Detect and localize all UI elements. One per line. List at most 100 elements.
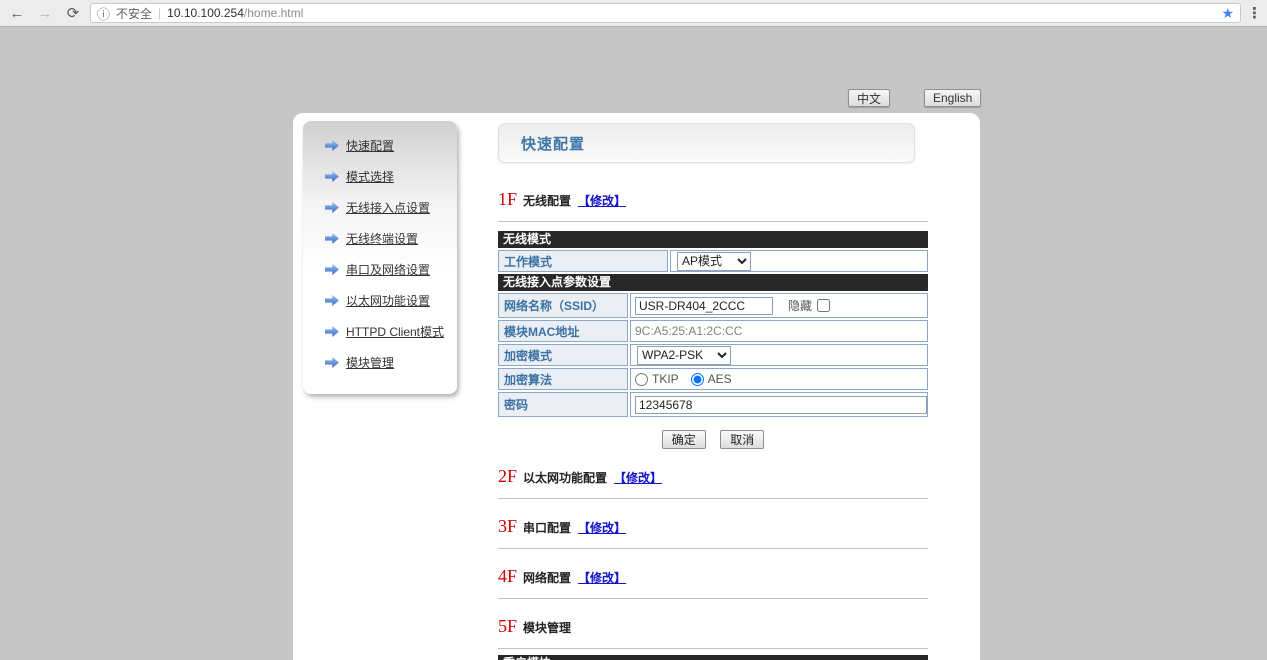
tkip-radio[interactable]	[635, 373, 648, 386]
url-host: 10.10.100.254	[167, 6, 244, 20]
browser-menu-icon[interactable]: ⋮	[1247, 4, 1261, 22]
sidebar-link[interactable]: 快速配置	[346, 137, 394, 154]
modify-link-network[interactable]: 【修改】	[578, 569, 626, 586]
divider	[498, 598, 928, 599]
sidebar-link[interactable]: 无线接入点设置	[346, 199, 430, 216]
section-title: 无线配置	[523, 192, 571, 209]
work-mode-select[interactable]: AP模式	[677, 252, 751, 271]
section-title: 网络配置	[523, 569, 571, 586]
wireless-mode-table: 无线模式 工作模式 AP模式	[498, 231, 928, 272]
sidebar-item-module-manage[interactable]: 模块管理	[303, 347, 457, 378]
table-row: 加密模式 WPA2-PSK	[498, 344, 928, 366]
sidebar-item-quick-config[interactable]: 快速配置	[303, 130, 457, 161]
password-input[interactable]	[635, 396, 927, 414]
arrow-icon	[325, 202, 339, 214]
ssid-input[interactable]	[635, 297, 773, 315]
sidebar-item-sta-settings[interactable]: 无线终端设置	[303, 223, 457, 254]
insecure-label: 不安全	[116, 5, 152, 22]
section-number: 4F	[498, 566, 517, 587]
work-mode-label: 工作模式	[498, 250, 668, 272]
section-5f-module: 5F 模块管理	[498, 616, 928, 637]
table-row: 模块MAC地址 9C:A5:25:A1:2C:CC	[498, 320, 928, 342]
modify-link-uart[interactable]: 【修改】	[578, 519, 626, 536]
work-mode-cell: AP模式	[670, 250, 928, 272]
content-panel: 快速配置 模式选择 无线接入点设置 无线终端设置 串口及网络设置 以太网功能设置…	[293, 113, 980, 660]
sidebar-item-httpd-client[interactable]: HTTPD Client模式	[303, 316, 457, 347]
section-4f-network: 4F 网络配置 【修改】	[498, 566, 928, 587]
radio-group: TKIP AES	[635, 372, 740, 386]
forward-icon[interactable]: →	[34, 2, 56, 24]
password-cell	[630, 392, 928, 417]
password-label: 密码	[498, 392, 628, 417]
encryption-algorithm-cell: TKIP AES	[630, 368, 928, 390]
mac-label: 模块MAC地址	[498, 320, 628, 342]
sidebar-link[interactable]: 模式选择	[346, 168, 394, 185]
aes-label: AES	[708, 372, 732, 386]
sidebar-item-uart-network[interactable]: 串口及网络设置	[303, 254, 457, 285]
table-row: 工作模式 AP模式	[498, 250, 928, 272]
section-number: 1F	[498, 189, 517, 210]
restart-table: 重启模块 重启模块 重启	[498, 655, 928, 660]
arrow-icon	[325, 264, 339, 276]
sidebar: 快速配置 模式选择 无线接入点设置 无线终端设置 串口及网络设置 以太网功能设置…	[303, 121, 457, 394]
section-title: 模块管理	[523, 619, 571, 636]
browser-toolbar: ← → ⟳ ⓘ 不安全 | 10.10.100.254/home.html ★ …	[0, 0, 1267, 27]
url-separator: |	[158, 6, 161, 20]
table-header: 重启模块	[498, 655, 928, 660]
refresh-icon[interactable]: ⟳	[62, 2, 84, 24]
section-title: 以太网功能配置	[523, 469, 607, 486]
form-buttons: 确定 取消	[498, 430, 928, 449]
section-number: 5F	[498, 616, 517, 637]
divider	[498, 548, 928, 549]
encryption-algorithm-label: 加密算法	[498, 368, 628, 390]
section-1f-wireless: 1F 无线配置 【修改】	[498, 189, 928, 210]
tkip-label: TKIP	[652, 372, 679, 386]
cancel-button[interactable]: 取消	[720, 430, 764, 449]
aes-radio[interactable]	[691, 373, 704, 386]
sidebar-link[interactable]: HTTPD Client模式	[346, 323, 444, 340]
sidebar-link[interactable]: 模块管理	[346, 354, 394, 371]
modify-link-wireless[interactable]: 【修改】	[578, 192, 626, 209]
hide-ssid-checkbox[interactable]	[817, 299, 830, 312]
modify-link-ethernet[interactable]: 【修改】	[614, 469, 662, 486]
sidebar-item-mode-select[interactable]: 模式选择	[303, 161, 457, 192]
divider	[498, 648, 928, 649]
divider	[498, 221, 928, 222]
page-info-icon[interactable]: ⓘ	[97, 4, 110, 23]
mac-value: 9C:A5:25:A1:2C:CC	[630, 320, 928, 342]
page-title: 快速配置	[499, 133, 585, 154]
arrow-icon	[325, 295, 339, 307]
ap-params-table: 无线接入点参数设置 网络名称（SSID） 隐藏 模块MAC地址 9C:A5:25…	[498, 274, 928, 417]
bookmark-star-icon[interactable]: ★	[1221, 5, 1234, 22]
arrow-icon	[325, 326, 339, 338]
sidebar-item-ethernet[interactable]: 以太网功能设置	[303, 285, 457, 316]
ssid-cell: 隐藏	[630, 293, 928, 318]
encryption-mode-label: 加密模式	[498, 344, 628, 366]
section-title: 串口配置	[523, 519, 571, 536]
ssid-label: 网络名称（SSID）	[498, 293, 628, 318]
arrow-icon	[325, 233, 339, 245]
section-number: 2F	[498, 466, 517, 487]
table-header: 无线模式	[498, 231, 928, 248]
sidebar-item-ap-settings[interactable]: 无线接入点设置	[303, 192, 457, 223]
encryption-mode-select[interactable]: WPA2-PSK	[637, 346, 731, 365]
sidebar-link[interactable]: 无线终端设置	[346, 230, 418, 247]
section-3f-uart: 3F 串口配置 【修改】	[498, 516, 928, 537]
url-text: 10.10.100.254/home.html	[167, 6, 303, 20]
back-icon[interactable]: ←	[6, 2, 28, 24]
table-row: 网络名称（SSID） 隐藏	[498, 293, 928, 318]
section-number: 3F	[498, 516, 517, 537]
url-path: /home.html	[244, 6, 303, 20]
language-english-button[interactable]: English	[924, 89, 981, 107]
address-bar[interactable]: ⓘ 不安全 | 10.10.100.254/home.html ★	[90, 3, 1241, 23]
sidebar-link[interactable]: 串口及网络设置	[346, 261, 430, 278]
table-row: 加密算法 TKIP AES	[498, 368, 928, 390]
hide-ssid-label: 隐藏	[788, 297, 812, 314]
language-chinese-button[interactable]: 中文	[848, 89, 890, 107]
ok-button[interactable]: 确定	[662, 430, 706, 449]
divider	[498, 498, 928, 499]
arrow-icon	[325, 140, 339, 152]
sidebar-link[interactable]: 以太网功能设置	[346, 292, 430, 309]
table-row: 密码	[498, 392, 928, 417]
arrow-icon	[325, 171, 339, 183]
